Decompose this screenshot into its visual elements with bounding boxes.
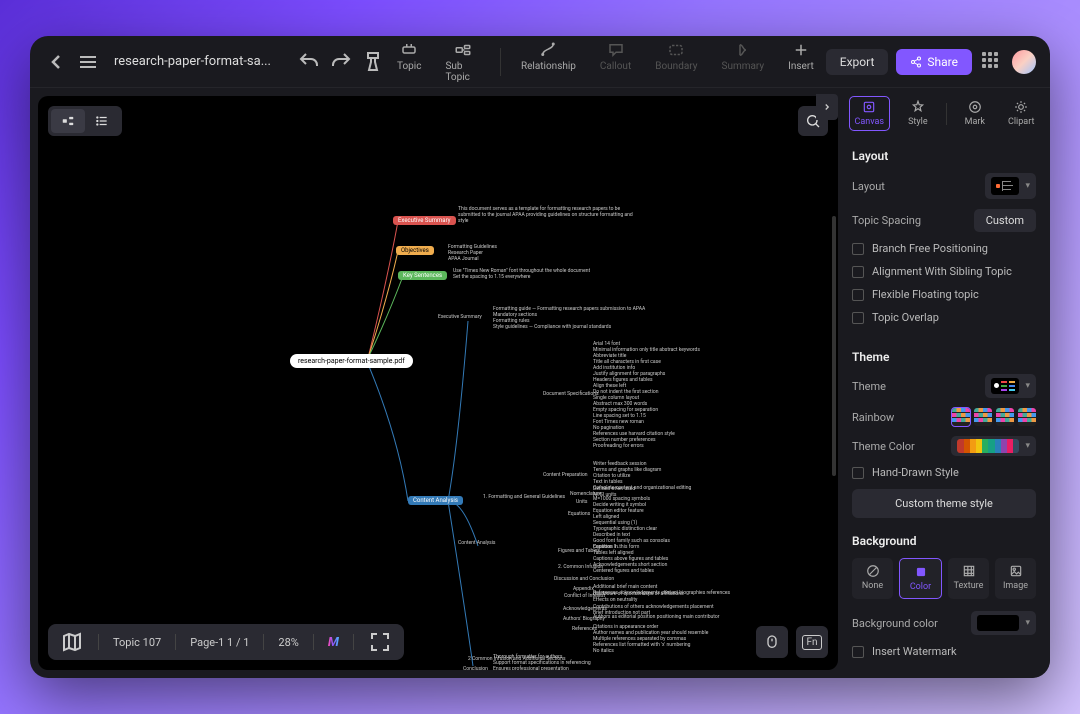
layout-label: Layout [852,180,885,193]
tool-insert-label: Insert [788,61,814,72]
theme-preview-icon [991,378,1019,394]
side-panel: Canvas Style Mark Clipart Layout [838,88,1050,678]
canvas-bottom-bar: Topic 107 Page-1 1 / 1 28% M [48,624,828,660]
main: research-paper-format-sample.pdf Executi… [30,88,1050,678]
layout-preview-icon [991,177,1019,195]
check-handdrawn[interactable]: Hand-Drawn Style [852,466,1036,479]
tab-clipart[interactable]: Clipart [1003,97,1039,130]
rainbow-swatch-1[interactable] [952,408,970,426]
canvas-scrollbar[interactable] [832,216,836,476]
mindmap-node[interactable]: Content Analysis [408,496,463,505]
zoom-level[interactable]: 28% [278,636,298,649]
theme-label: Theme [852,380,886,393]
bottom-right-controls: Fn [756,626,828,658]
tool-callout: Callout [596,39,635,85]
mindmap-root-node[interactable]: research-paper-format-sample.pdf [290,354,413,368]
check-topic-overlap[interactable]: Topic Overlap [852,311,1036,324]
tool-summary-label: Summary [722,61,765,72]
layout-dropdown[interactable]: ▾ [985,173,1036,199]
avatar[interactable] [1012,50,1036,74]
bg-texture[interactable]: Texture [948,558,989,599]
topic-spacing-button[interactable]: Custom [974,209,1036,232]
topbar-center: Topic Sub Topic Relationship Callout Bou… [393,39,818,85]
tab-mark[interactable]: Mark [960,97,990,130]
rainbow-swatches [952,408,1036,426]
mindmap-node[interactable]: Executive Summary [393,216,456,225]
background-options: None Color Texture Image [852,558,1036,599]
export-button[interactable]: Export [826,49,889,75]
chevron-down-icon: ▾ [1025,181,1030,191]
tool-relationship[interactable]: Relationship [517,39,580,85]
themecolor-label: Theme Color [852,440,915,453]
apps-button[interactable] [980,50,1004,74]
background-section: Background None Color Texture [838,526,1050,676]
map-overview-button[interactable] [60,630,84,654]
tool-topic-label: Topic [397,61,421,72]
fullscreen-button[interactable] [368,630,392,654]
undo-button[interactable] [297,50,321,74]
mindmap-node[interactable]: Key Sentences [398,271,447,280]
bgcolor-swatch [977,615,1019,631]
bgcolor-label: Background color [852,617,938,630]
tool-callout-label: Callout [600,61,631,72]
tool-relationship-label: Relationship [521,61,576,72]
tool-topic[interactable]: Topic [393,39,425,85]
chevron-down-icon: ▾ [1025,381,1030,391]
themecolor-dropdown[interactable]: ▾ [951,436,1036,456]
topic-count: Topic 107 [113,636,161,649]
rainbow-label: Rainbow [852,411,894,424]
bg-image[interactable]: Image [995,558,1036,599]
tool-summary: Summary [718,39,769,85]
tool-boundary-label: Boundary [655,61,697,72]
back-button[interactable] [44,50,68,74]
chevron-down-icon: ▾ [1025,618,1030,628]
tool-insert[interactable]: Insert [784,39,818,85]
tool-subtopic-label: Sub Topic [445,61,480,83]
canvas-area[interactable]: research-paper-format-sample.pdf Executi… [38,96,838,670]
bg-color[interactable]: Color [899,558,942,599]
brand-logo: M [328,635,339,650]
menu-button[interactable] [76,50,100,74]
topbar-left: research-paper-format-sa... [44,50,385,74]
check-flexible-floating[interactable]: Flexible Floating topic [852,288,1036,301]
theme-section: Theme Theme ▾ Rainbow [838,342,1050,526]
filename[interactable]: research-paper-format-sa... [114,54,271,69]
check-watermark[interactable]: Insert Watermark [852,645,1036,658]
cursor-mode-button[interactable] [756,626,788,658]
check-branch-free[interactable]: Branch Free Positioning [852,242,1036,255]
topbar-right: Export Share [826,49,1036,75]
topbar: research-paper-format-sa... Topic Sub To… [30,36,1050,88]
bgcolor-dropdown[interactable]: ▾ [971,611,1036,635]
page-indicator[interactable]: Page-1 1 / 1 [190,636,249,649]
redo-button[interactable] [329,50,353,74]
side-tabs: Canvas Style Mark Clipart [838,88,1050,141]
format-painter-button[interactable] [361,50,385,74]
custom-theme-button[interactable]: Custom theme style [852,489,1036,518]
tab-canvas[interactable]: Canvas [849,96,891,131]
tool-boundary: Boundary [651,39,701,85]
bottom-left-controls: Topic 107 Page-1 1 / 1 28% M [48,624,404,660]
color-strip [957,439,1019,453]
tool-subtopic[interactable]: Sub Topic [441,39,484,85]
chevron-down-icon: ▾ [1025,441,1030,451]
check-alignment-sibling[interactable]: Alignment With Sibling Topic [852,265,1036,278]
layout-section: Layout Layout ▾ Topic Spacing Custom Bra… [838,141,1050,342]
rainbow-swatch-4[interactable] [1018,408,1036,426]
theme-title: Theme [852,350,1036,364]
mindmap-node[interactable]: Objectives [396,246,434,255]
background-title: Background [852,534,1036,548]
topic-spacing-label: Topic Spacing [852,214,921,227]
share-button[interactable]: Share [896,49,972,75]
bg-none[interactable]: None [852,558,893,599]
layout-title: Layout [852,149,1036,163]
mindmap-canvas[interactable]: research-paper-format-sample.pdf Executi… [38,96,838,670]
tab-style[interactable]: Style [903,97,933,130]
rainbow-swatch-3[interactable] [996,408,1014,426]
function-button[interactable]: Fn [796,626,828,658]
rainbow-swatch-2[interactable] [974,408,992,426]
collapse-panel-button[interactable] [816,94,838,120]
theme-dropdown[interactable]: ▾ [985,374,1036,398]
app-window: research-paper-format-sa... Topic Sub To… [30,36,1050,678]
